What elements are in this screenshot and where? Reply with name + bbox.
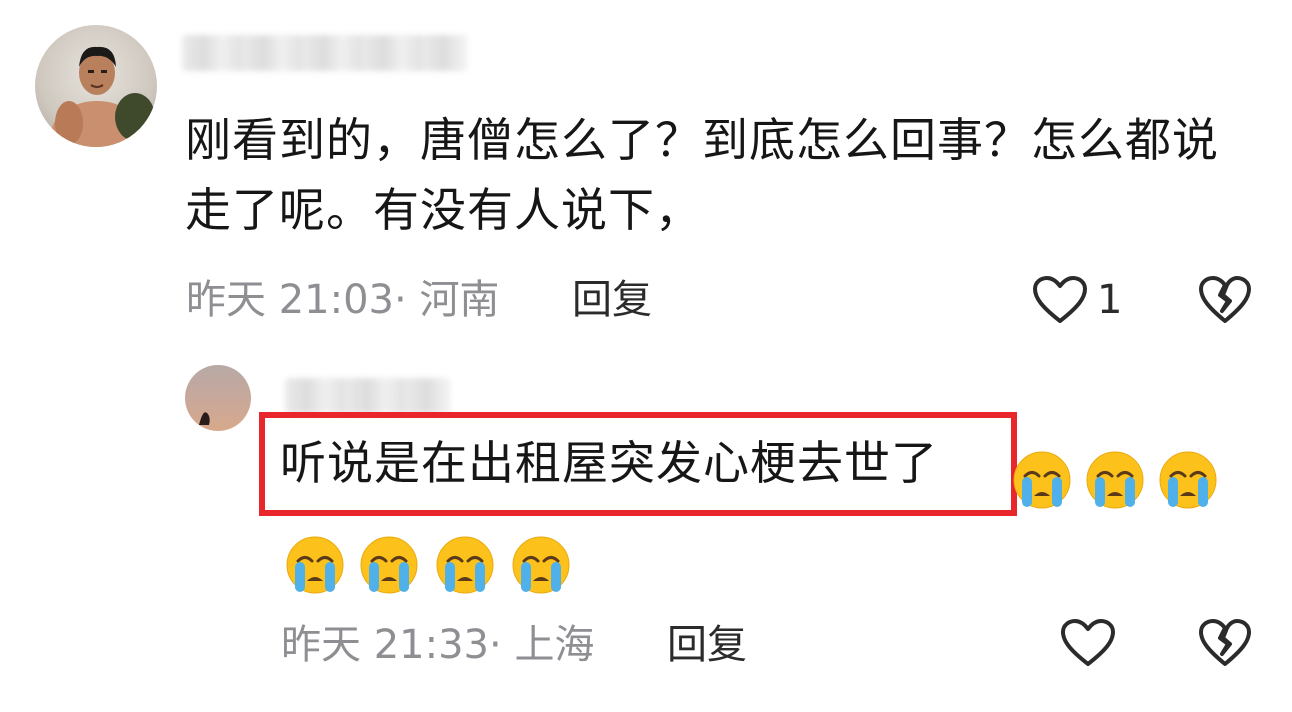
reply-button[interactable]: 回复 bbox=[667, 620, 747, 670]
heart-outline-icon[interactable] bbox=[1032, 275, 1088, 325]
loudly-crying-face-icon bbox=[511, 535, 571, 595]
loudly-crying-face-icon bbox=[1158, 450, 1218, 510]
user-avatar[interactable] bbox=[185, 365, 251, 431]
user-avatar-man-icon bbox=[51, 46, 155, 147]
comment-text: 刚看到的，唐僧怎么了？到底怎么回事？怎么都说走了呢。有没有人说下， bbox=[185, 113, 1219, 237]
comment-meta: 昨天 21:33· 上海 bbox=[281, 620, 594, 670]
blurred-username bbox=[285, 378, 450, 414]
comment-location: 河南 bbox=[419, 277, 500, 323]
blurred-username bbox=[182, 35, 467, 71]
comment-thread: { "comments": [ { "text": "刚看到的，唐僧怎么了？到底… bbox=[0, 0, 1292, 712]
broken-heart-icon[interactable] bbox=[1198, 275, 1252, 325]
reply-button[interactable]: 回复 bbox=[572, 275, 652, 325]
loudly-crying-face-icon bbox=[1012, 450, 1072, 510]
red-highlight-box bbox=[259, 412, 1017, 516]
loudly-crying-face-icon bbox=[285, 535, 345, 595]
comment-timestamp: 昨天 21:33 bbox=[281, 622, 489, 668]
comment-meta: 昨天 21:03· 河南 bbox=[186, 275, 499, 325]
broken-heart-icon[interactable] bbox=[1198, 618, 1252, 668]
comment-location: 上海 bbox=[514, 622, 595, 668]
user-avatar-sunset-icon bbox=[199, 412, 210, 425]
loudly-crying-face-icon bbox=[435, 535, 495, 595]
loudly-crying-face-icon bbox=[359, 535, 419, 595]
heart-outline-icon[interactable] bbox=[1060, 618, 1116, 668]
loudly-crying-face-icon bbox=[1085, 450, 1145, 510]
comment-timestamp: 昨天 21:03 bbox=[186, 277, 394, 323]
like-count: 1 bbox=[1097, 277, 1123, 323]
meta-separator: · bbox=[394, 277, 407, 323]
meta-separator: · bbox=[489, 622, 502, 668]
user-avatar[interactable] bbox=[35, 25, 157, 147]
